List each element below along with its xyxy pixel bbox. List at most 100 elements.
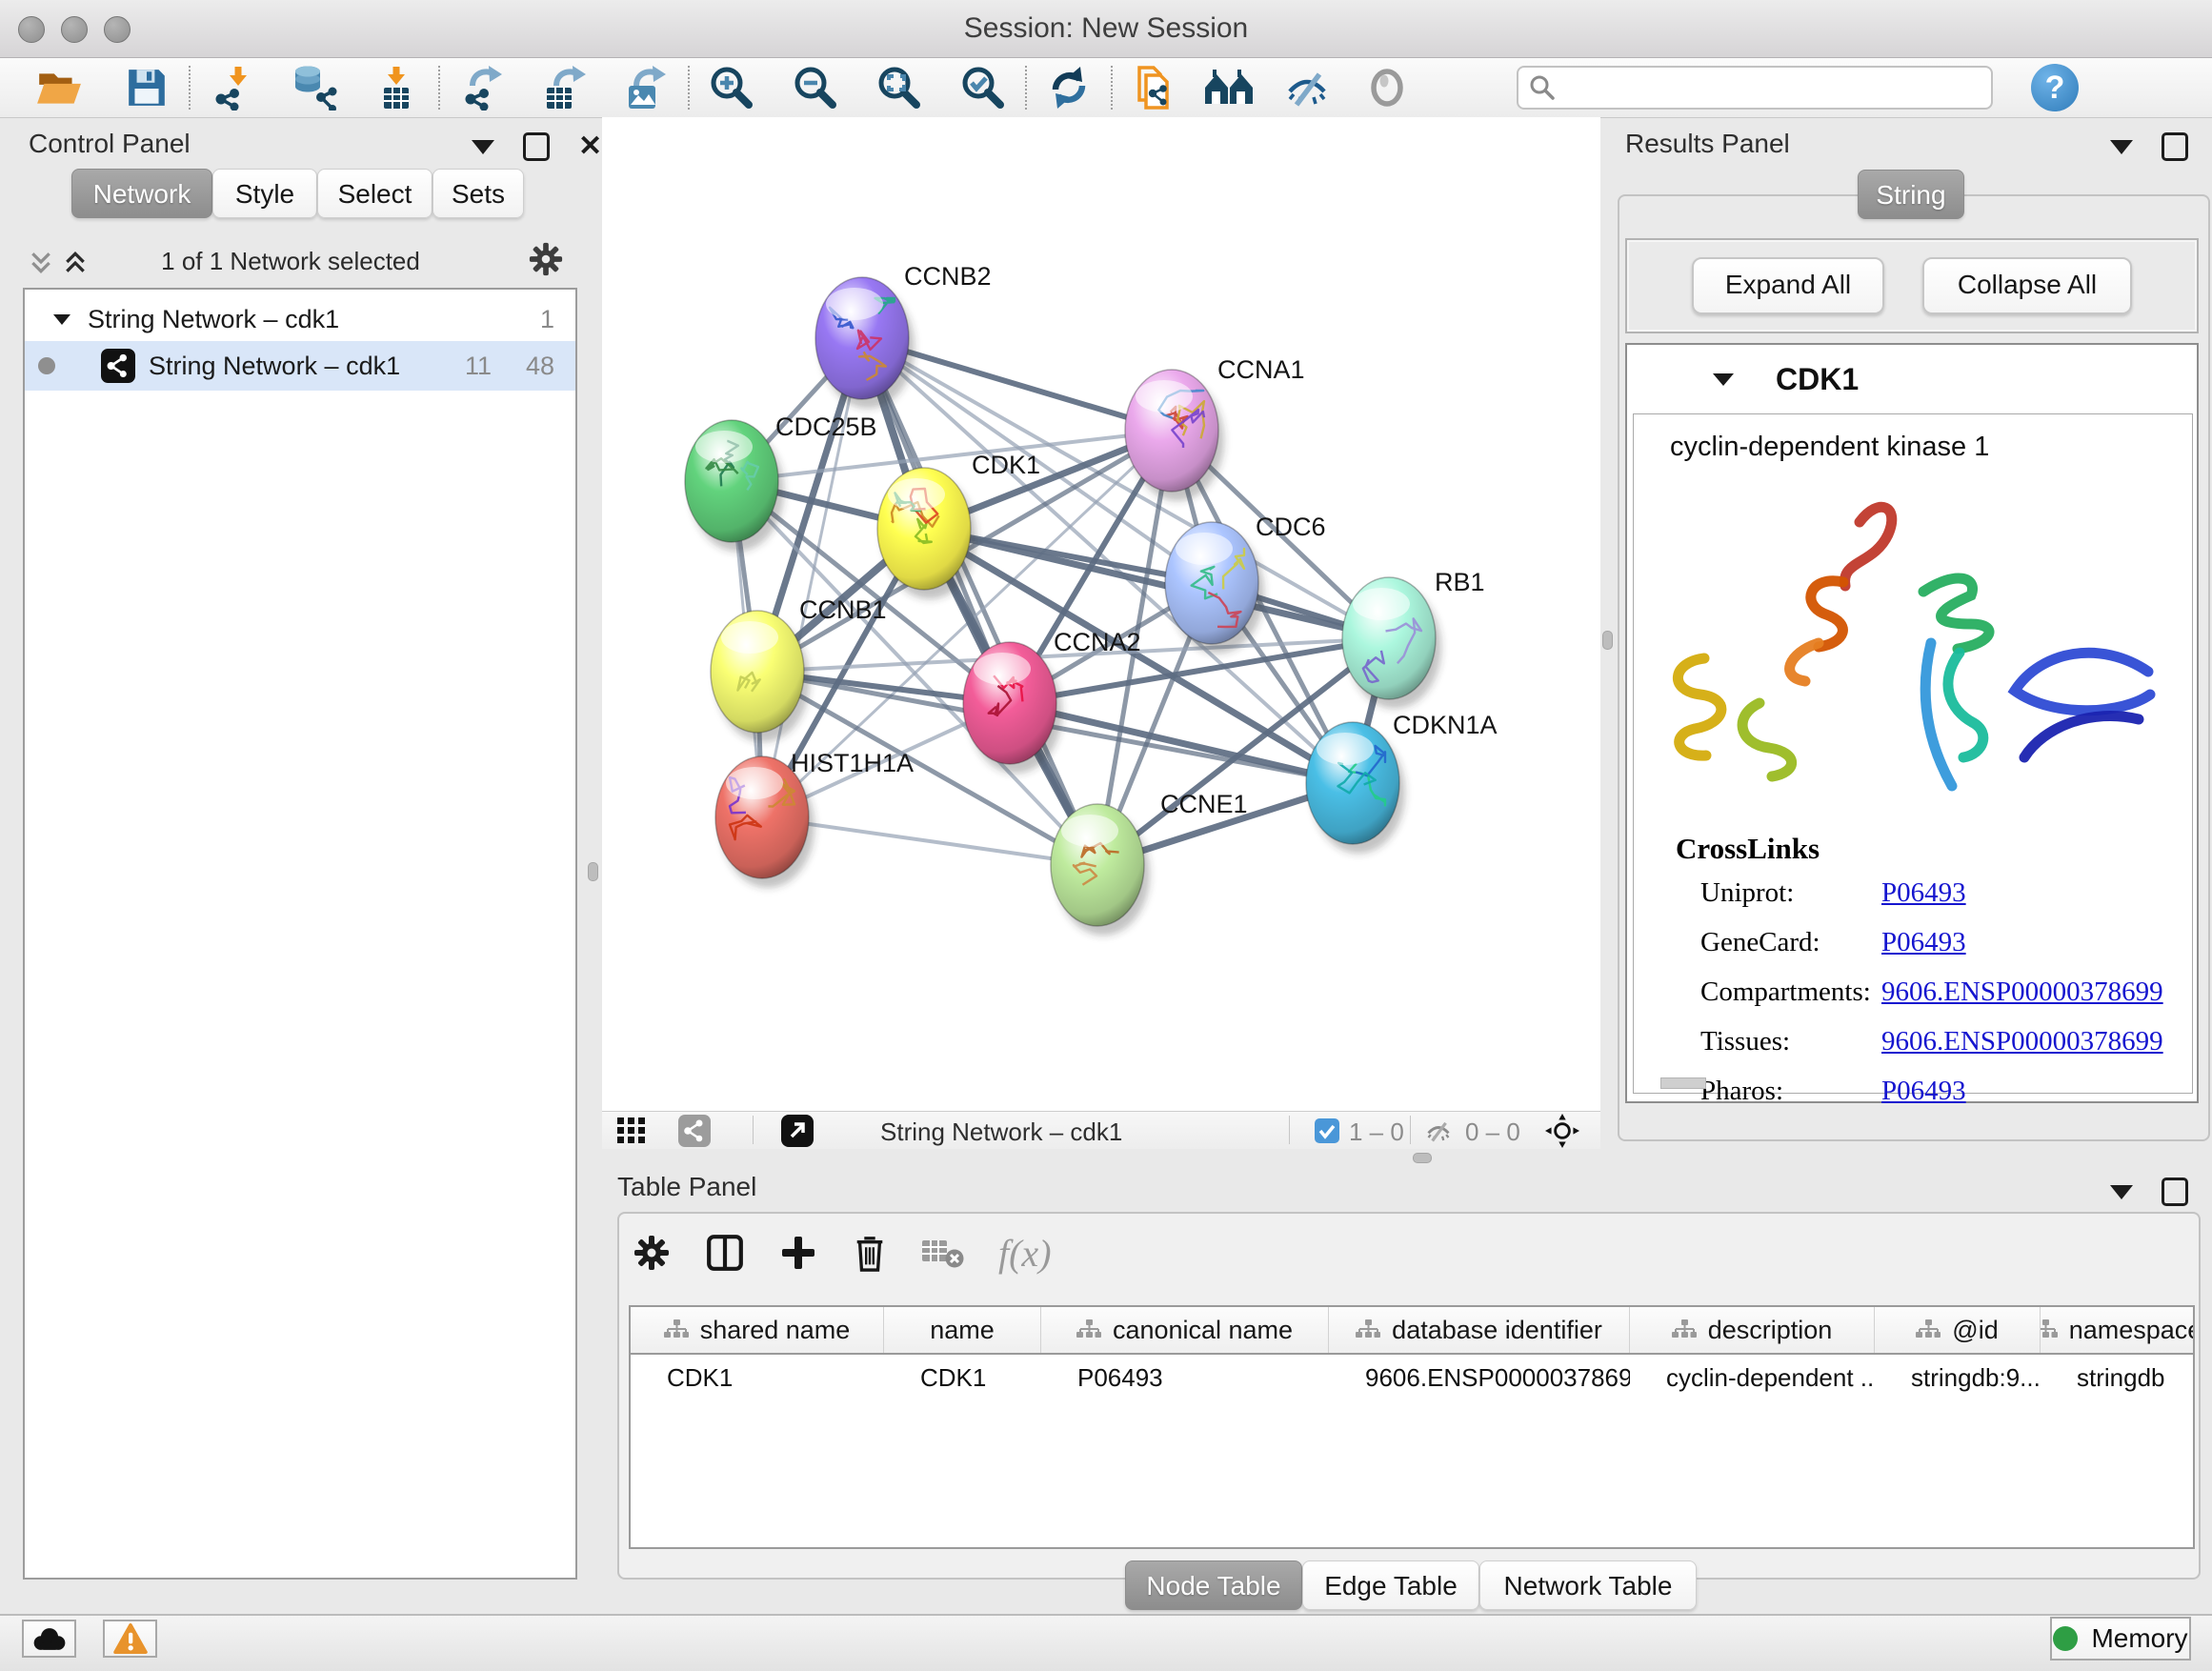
network-row-selected[interactable]: String Network – cdk1 11 48	[25, 341, 575, 391]
tab-sets[interactable]: Sets	[432, 169, 524, 218]
zoom-selected-icon	[960, 65, 1006, 111]
birdseye-toggle-button[interactable]	[1545, 1114, 1579, 1148]
show-columns-button[interactable]	[705, 1233, 745, 1273]
collapse-all-networks-button[interactable]	[29, 249, 53, 277]
create-column-button[interactable]	[779, 1234, 817, 1272]
table-settings-button[interactable]	[633, 1234, 671, 1272]
table-toolbar: f(x)	[633, 1225, 1052, 1280]
column-header-canonical-name[interactable]: canonical name	[1041, 1307, 1329, 1353]
table-cell[interactable]: P06493	[1041, 1355, 1329, 1400]
column-header-namespace[interactable]: namespace	[2041, 1307, 2195, 1353]
selected-checkbox-icon	[1315, 1118, 1339, 1143]
column-header--id[interactable]: @id	[1875, 1307, 2041, 1353]
crosslink-link[interactable]: P06493	[1881, 877, 1966, 909]
network-edge-CCNB2-HIST1H1A[interactable]	[762, 338, 862, 817]
tab-network-table[interactable]: Network Table	[1479, 1560, 1697, 1610]
grid-view-button[interactable]	[617, 1117, 646, 1144]
import-network-database-button[interactable]	[288, 61, 341, 114]
panel-float-icon[interactable]	[2162, 1178, 2188, 1206]
crosslink-link[interactable]: 9606.ENSP00000378699	[1881, 976, 2163, 1008]
zoom-in-button[interactable]	[705, 61, 758, 114]
table-cell[interactable]: stringdb:9...	[1875, 1355, 2041, 1400]
table-cell[interactable]: cyclin-dependent ...	[1630, 1355, 1875, 1400]
panel-float-icon[interactable]	[2162, 132, 2188, 161]
column-header-label: canonical name	[1113, 1316, 1293, 1345]
copy-network-button[interactable]	[1128, 61, 1181, 114]
control-panel-controls: ✕	[472, 132, 602, 161]
hierarchy-icon	[1076, 1319, 1101, 1340]
collapse-triangle-icon[interactable]	[51, 311, 72, 328]
card-scrollbar-nub[interactable]	[1660, 1077, 1706, 1089]
protein-card-header[interactable]: CDK1	[1627, 345, 2197, 413]
search-input[interactable]	[1557, 72, 1980, 104]
panel-float-icon[interactable]	[523, 132, 550, 161]
toolbar-search-field[interactable]	[1517, 66, 1993, 110]
save-session-button[interactable]	[120, 61, 173, 114]
open-session-button[interactable]	[32, 61, 86, 114]
detach-view-button[interactable]	[781, 1115, 814, 1147]
network-badge-button[interactable]	[678, 1115, 711, 1147]
panel-menu-icon[interactable]	[472, 140, 494, 154]
apply-layout-button[interactable]	[1042, 61, 1096, 114]
node-table: shared namename canonical name database id…	[629, 1305, 2195, 1549]
zoom-out-button[interactable]	[789, 61, 842, 114]
function-builder-button[interactable]: f(x)	[998, 1231, 1052, 1276]
tab-select[interactable]: Select	[317, 169, 432, 218]
column-header-description[interactable]: description	[1630, 1307, 1875, 1353]
collapse-all-button[interactable]: Collapse All	[1922, 257, 2132, 314]
show-all-button[interactable]	[1360, 61, 1414, 114]
expand-all-button[interactable]: Expand All	[1692, 257, 1884, 314]
export-image-button[interactable]	[619, 61, 673, 114]
column-header-database-identifier[interactable]: database identifier	[1329, 1307, 1630, 1353]
bottom-splitter-handle[interactable]	[1413, 1153, 1432, 1163]
tab-style[interactable]: Style	[212, 169, 317, 218]
import-table-button[interactable]	[370, 61, 423, 114]
expand-all-networks-button[interactable]	[63, 249, 88, 277]
table-cell[interactable]: stringdb	[2041, 1355, 2195, 1400]
external-link-icon	[781, 1115, 814, 1147]
cloud-status-button[interactable]	[22, 1620, 76, 1658]
network-selection-status: 1 of 1 Network selected	[119, 247, 462, 276]
help-button[interactable]: ?	[2031, 64, 2079, 111]
network-canvas[interactable]: CCNB2CCNA1CDC25BCDK1CDC6RB1CCNB1CCNA2CDK…	[602, 117, 1600, 1111]
node-label-CCNB2: CCNB2	[904, 262, 992, 291]
left-splitter-handle[interactable]	[588, 862, 598, 881]
import-network-file-button[interactable]	[206, 61, 259, 114]
table-panel-controls: ✕	[2110, 1178, 2212, 1206]
delete-column-button[interactable]	[852, 1232, 888, 1274]
network-collection-row[interactable]: String Network – cdk1 1	[25, 297, 575, 341]
collapse-triangle-icon[interactable]	[1711, 370, 1736, 389]
import-table-icon	[374, 65, 418, 111]
panel-menu-icon[interactable]	[2110, 140, 2133, 154]
export-network-button[interactable]	[455, 61, 509, 114]
panel-menu-icon[interactable]	[2110, 1185, 2133, 1199]
column-header-shared-name[interactable]: shared name	[631, 1307, 884, 1353]
tab-network[interactable]: Network	[71, 169, 212, 218]
crosslink-link[interactable]: P06493	[1881, 1076, 1966, 1107]
tab-node-table[interactable]: Node Table	[1125, 1560, 1302, 1610]
zoom-selected-button[interactable]	[956, 61, 1010, 114]
table-cell[interactable]: 9606.ENSP00000378699	[1329, 1355, 1630, 1400]
warnings-button[interactable]	[103, 1620, 157, 1658]
node-label-CCNB1: CCNB1	[799, 595, 887, 624]
network-edge-CCNB2-CCNE1[interactable]	[862, 338, 1097, 865]
hierarchy-icon	[664, 1319, 689, 1340]
first-neighbors-button[interactable]	[1202, 61, 1256, 114]
network-graph[interactable]: CCNB2CCNA1CDC25BCDK1CDC6RB1CCNB1CCNA2CDK…	[602, 117, 1600, 1111]
delete-table-button[interactable]	[922, 1237, 964, 1269]
crosslink-link[interactable]: P06493	[1881, 927, 1966, 958]
network-options-button[interactable]	[528, 241, 564, 277]
table-cell[interactable]: CDK1	[631, 1355, 884, 1400]
memory-button[interactable]: Memory	[2050, 1617, 2191, 1661]
tab-string[interactable]: String	[1858, 170, 1964, 219]
hide-selected-button[interactable]	[1280, 61, 1334, 114]
toolbar-separator	[438, 66, 440, 110]
table-cell[interactable]: CDK1	[884, 1355, 1041, 1400]
column-header-name[interactable]: name	[884, 1307, 1041, 1353]
zoom-fit-button[interactable]	[873, 61, 926, 114]
table-row[interactable]: CDK1CDK1P064939606.ENSP00000378699cyclin…	[631, 1355, 2193, 1400]
panel-close-icon[interactable]: ✕	[578, 135, 602, 158]
export-table-button[interactable]	[537, 61, 591, 114]
tab-edge-table[interactable]: Edge Table	[1302, 1560, 1479, 1610]
crosslink-link[interactable]: 9606.ENSP00000378699	[1881, 1026, 2163, 1057]
